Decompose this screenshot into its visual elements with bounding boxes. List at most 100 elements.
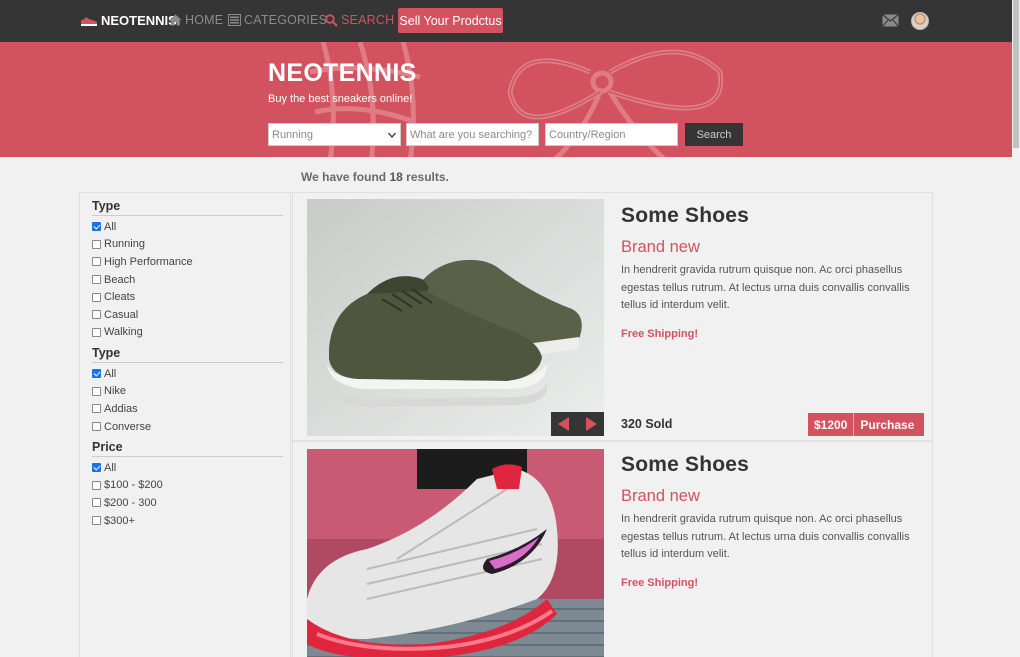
filter-option[interactable]: Walking (92, 324, 283, 342)
results-count: We have found 18 results. (301, 170, 449, 184)
results-prefix: We have found (301, 170, 387, 184)
product-card: Some Shoes Brand new In hendrerit gravid… (293, 193, 932, 442)
checkbox[interactable] (92, 498, 101, 508)
option-label: $300+ (104, 514, 135, 527)
product-image[interactable] (307, 449, 604, 657)
chevron-down-icon (388, 132, 396, 138)
filter-option[interactable]: Converse (92, 418, 283, 436)
keyword-input[interactable]: What are you searching? (406, 123, 539, 146)
option-label: All (104, 220, 117, 233)
checkbox[interactable] (92, 404, 101, 414)
free-shipping-label: Free Shipping! (621, 328, 698, 340)
checkbox[interactable] (92, 239, 101, 249)
mail-icon[interactable] (882, 14, 899, 27)
option-label: High Performance (104, 255, 193, 268)
filter-option[interactable]: Nike (92, 383, 283, 401)
home-icon (169, 14, 182, 26)
product-image[interactable] (307, 199, 604, 436)
option-label: Running (104, 238, 145, 251)
filter-option[interactable]: $200 - 300 (92, 494, 283, 512)
category-select-value: Running (272, 128, 313, 141)
checkbox[interactable] (92, 516, 101, 526)
option-label: Nike (104, 385, 127, 398)
brand-logo[interactable]: NEOTENNIS (80, 13, 177, 28)
scrollbar-thumb[interactable] (1013, 0, 1019, 148)
sold-count: 320 Sold (621, 417, 673, 431)
option-label: $200 - 300 (104, 496, 157, 509)
nav-home-label: HOME (185, 13, 224, 27)
filter-option[interactable]: Running (92, 236, 283, 254)
price-tag: $1200 (808, 413, 855, 436)
filter-sidebar: Type All Running High Performance Beach … (79, 192, 291, 657)
hero-subtitle: Buy the best sneakers online! (268, 93, 413, 105)
checkbox[interactable] (92, 292, 101, 302)
filter-option[interactable]: Beach (92, 271, 283, 289)
filter-option[interactable]: $100 - $200 (92, 477, 283, 495)
hero-title: NEOTENNIS (268, 59, 417, 87)
filter-option[interactable]: High Performance (92, 253, 283, 271)
nav-search-label: SEARCH (341, 13, 395, 27)
filter-option[interactable]: Cleats (92, 288, 283, 306)
category-select[interactable]: Running (268, 123, 401, 146)
sell-products-button[interactable]: Sell Your Prodctus (398, 8, 503, 33)
option-label: $100 - $200 (104, 479, 163, 492)
product-description: In hendrerit gravida rutrum quisque non.… (621, 513, 910, 561)
red-sneaker-photo (307, 449, 604, 657)
search-button[interactable]: Search (685, 123, 743, 146)
filter-group-price: Price All $100 - $200 $200 - 300 $300+ (92, 440, 283, 529)
nav-search[interactable]: SEARCH (325, 13, 394, 27)
product-description: In hendrerit gravida rutrum quisque non.… (621, 264, 910, 312)
product-name[interactable]: Some Shoes (621, 453, 749, 477)
search-icon (325, 13, 338, 27)
option-label: Addias (104, 402, 138, 415)
checkbox[interactable] (92, 257, 101, 267)
categories-icon (228, 14, 241, 26)
checkbox[interactable] (92, 422, 101, 432)
checkbox[interactable] (92, 386, 101, 396)
checkbox[interactable] (92, 222, 101, 232)
arrow-right-icon[interactable] (585, 417, 597, 431)
filter-group-brand: Type All Nike Addias Converse (92, 346, 283, 435)
checkbox[interactable] (92, 327, 101, 337)
checkbox[interactable] (92, 275, 101, 285)
results-suffix: results. (406, 170, 449, 184)
filter-option[interactable]: $300+ (92, 512, 283, 530)
option-label: Casual (104, 308, 139, 321)
green-sneaker-photo (307, 199, 604, 436)
product-condition: Brand new (621, 487, 700, 505)
option-label: Beach (104, 273, 136, 286)
filter-title: Price (92, 440, 283, 457)
results-list: Some Shoes Brand new In hendrerit gravid… (292, 192, 933, 657)
filter-title: Type (92, 346, 283, 363)
product-name[interactable]: Some Shoes (621, 204, 749, 228)
checkbox[interactable] (92, 480, 101, 490)
product-condition: Brand new (621, 238, 700, 256)
top-navbar: NEOTENNIS HOME CATEGORIES SEARCH Sell Yo… (0, 0, 1012, 42)
country-input[interactable]: Country/Region (545, 123, 678, 146)
checkbox[interactable] (92, 310, 101, 320)
option-label: All (104, 461, 117, 474)
filter-title: Type (92, 199, 283, 216)
free-shipping-label: Free Shipping! (621, 577, 698, 589)
checkbox[interactable] (92, 463, 101, 473)
brand-name: NEOTENNIS (101, 13, 177, 28)
nav-categories-label: CATEGORIES (244, 13, 328, 27)
avatar[interactable] (911, 12, 929, 30)
product-card: Some Shoes Brand new In hendrerit gravid… (293, 442, 932, 657)
nav-home[interactable]: HOME (169, 13, 223, 27)
image-carousel-controls (551, 412, 604, 436)
filter-group-type: Type All Running High Performance Beach … (92, 199, 283, 341)
filter-option[interactable]: All (92, 459, 283, 477)
purchase-button[interactable]: $1200 Purchase (808, 413, 925, 436)
filter-option[interactable]: All (92, 365, 283, 383)
filter-option[interactable]: Casual (92, 306, 283, 324)
option-label: Cleats (104, 291, 136, 304)
nav-categories[interactable]: CATEGORIES (228, 13, 327, 27)
hero-banner: NEOTENNIS Buy the best sneakers online! … (0, 42, 1012, 157)
filter-option[interactable]: All (92, 218, 283, 236)
checkbox[interactable] (92, 369, 101, 379)
results-number: 18 (389, 170, 403, 184)
filter-option[interactable]: Addias (92, 400, 283, 418)
arrow-left-icon[interactable] (558, 417, 570, 431)
option-label: Walking (104, 326, 143, 339)
